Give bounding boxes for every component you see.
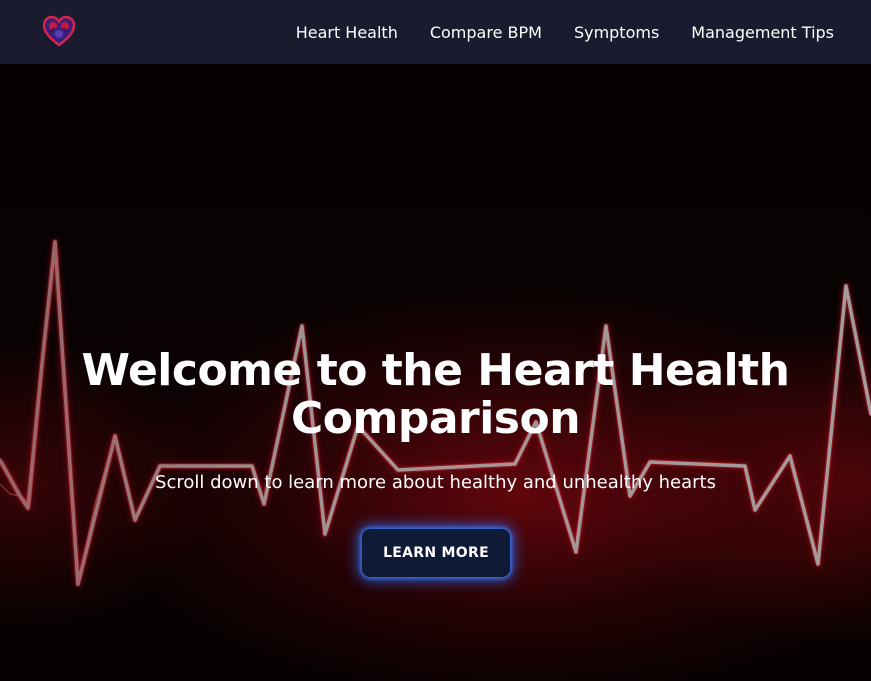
nav-link-compare-bpm[interactable]: Compare BPM	[430, 23, 542, 42]
heart-logo-icon[interactable]	[41, 14, 77, 48]
top-navbar: Heart Health Compare BPM Symptoms Manage…	[0, 0, 871, 64]
hero-section: Welcome to the Heart Health Comparison S…	[0, 64, 871, 681]
main-nav: Heart Health Compare BPM Symptoms Manage…	[296, 0, 834, 64]
hero-title-line-2: Comparison	[290, 393, 581, 444]
hero-title: Welcome to the Heart Health Comparison	[0, 347, 871, 443]
nav-link-heart-health[interactable]: Heart Health	[296, 23, 398, 42]
nav-link-symptoms[interactable]: Symptoms	[574, 23, 659, 42]
hero-title-line-1: Welcome to the Heart Health	[81, 345, 790, 396]
nav-link-management-tips[interactable]: Management Tips	[691, 23, 834, 42]
hero-subtitle: Scroll down to learn more about healthy …	[155, 472, 716, 493]
learn-more-button[interactable]: LEARN MORE	[362, 529, 510, 577]
